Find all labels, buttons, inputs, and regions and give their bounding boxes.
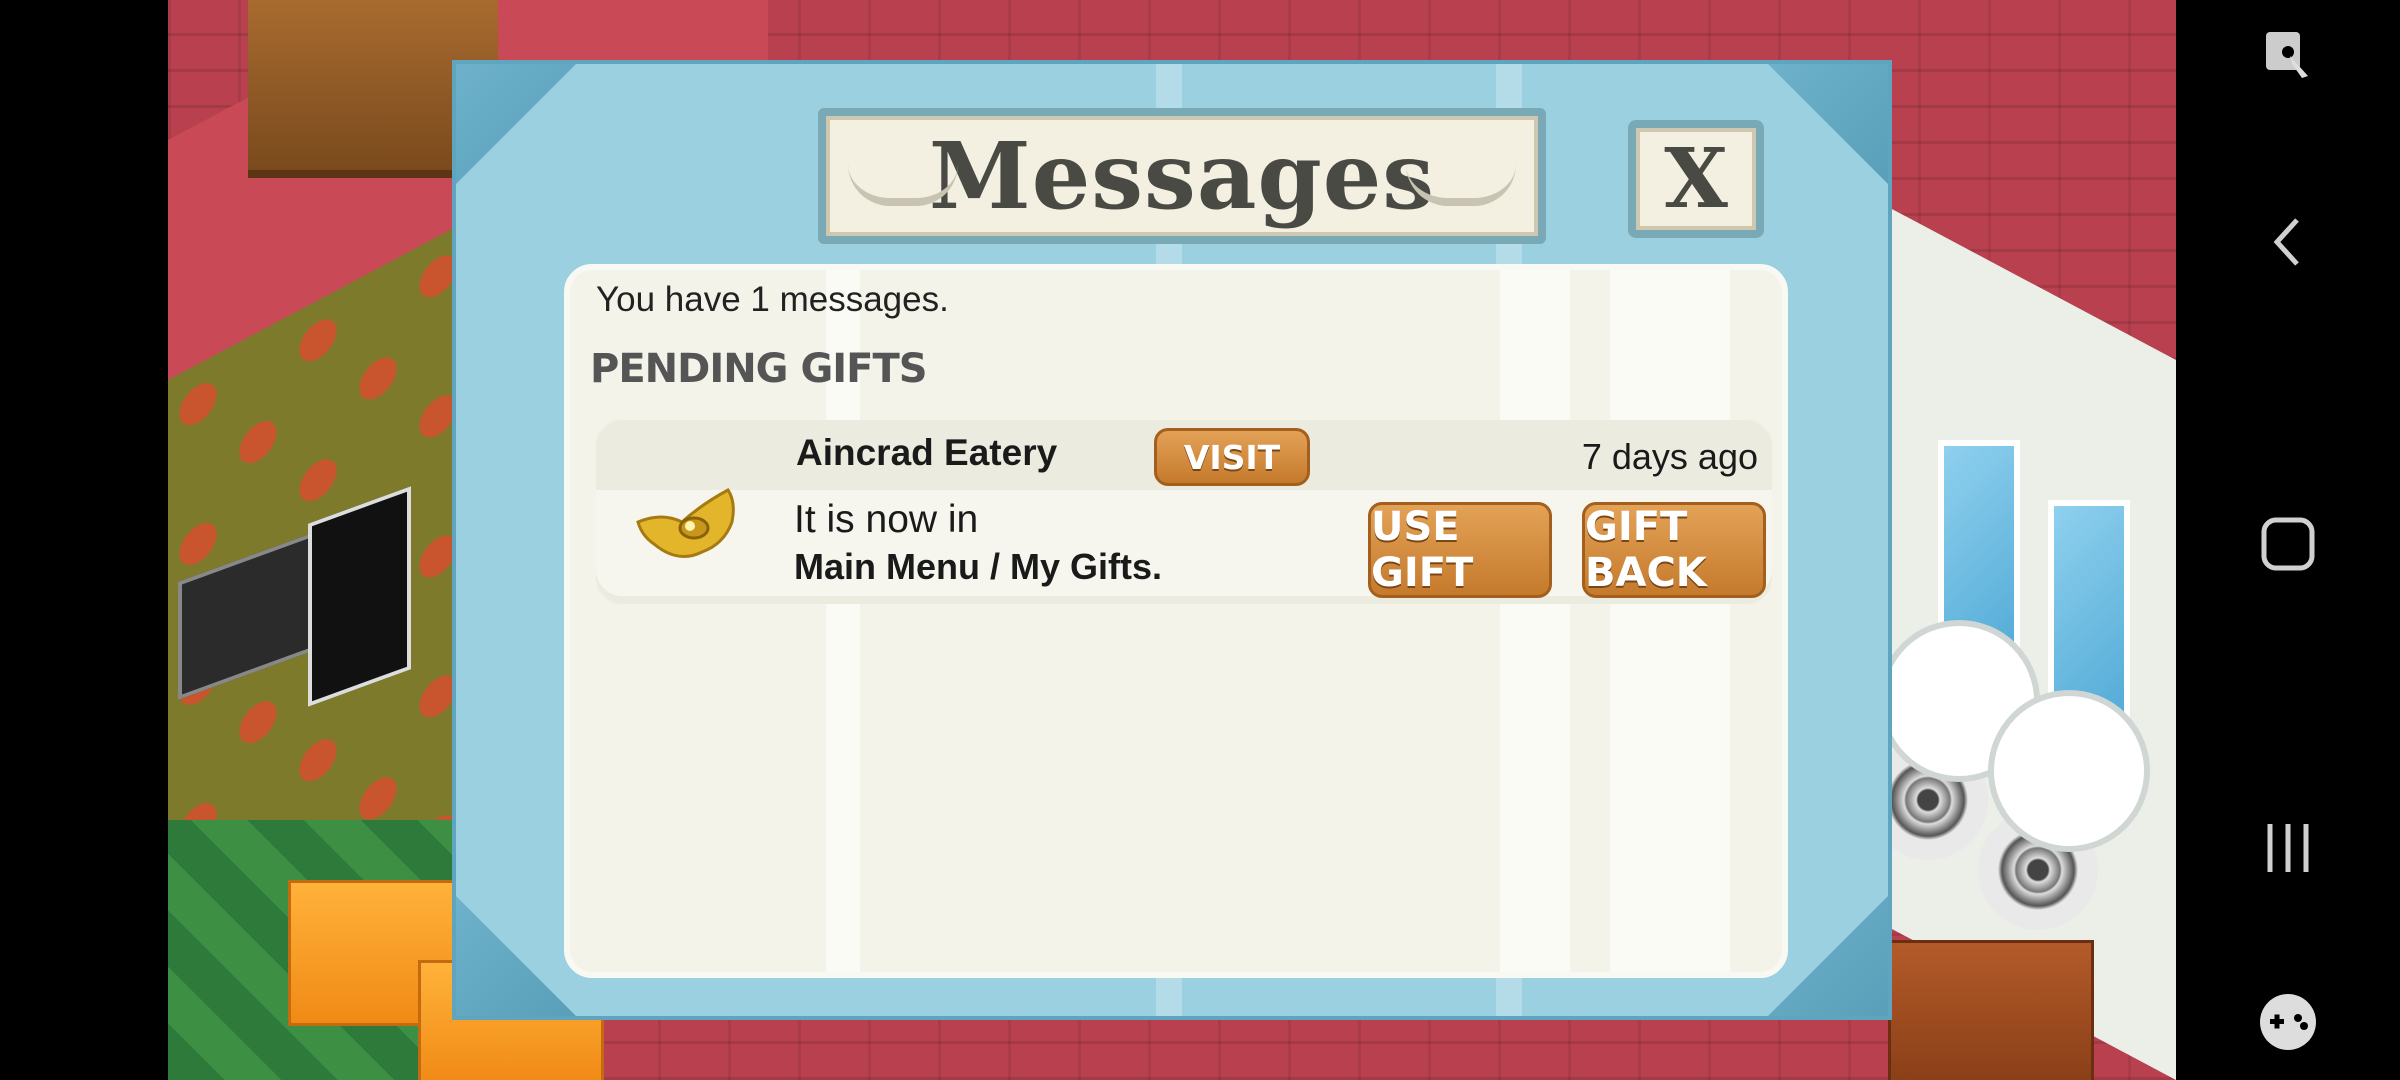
gift-message-row: Aincrad Eatery VISIT 7 days ago It is no…	[596, 420, 1772, 604]
dialog-title: Messages	[928, 122, 1436, 230]
system-nav-bar	[2176, 0, 2400, 1080]
recent-apps-icon[interactable]	[2256, 816, 2320, 880]
pizza-sign-decoration[interactable]	[308, 486, 411, 707]
title-plate: Messages	[818, 108, 1546, 244]
message-timestamp: 7 days ago	[1581, 436, 1758, 477]
messages-panel: You have 1 messages. PENDING GIFTS Aincr…	[564, 264, 1788, 978]
messages-dialog: Messages X You have 1 messages. PENDING …	[452, 60, 1892, 1020]
recipe-book-bubble[interactable]	[1988, 690, 2150, 852]
frame-corner	[456, 896, 576, 1016]
game-controller-icon[interactable]	[2256, 990, 2320, 1054]
home-icon[interactable]	[2256, 512, 2320, 576]
gift-location-text: Main Menu / My Gifts.	[794, 546, 1163, 587]
close-button[interactable]: X	[1628, 120, 1764, 238]
close-icon[interactable]: X	[1636, 128, 1756, 230]
screen-touch-icon[interactable]	[2256, 24, 2320, 88]
golden-wing-nut-icon	[636, 488, 735, 558]
frame-corner	[456, 64, 576, 184]
wooden-counter[interactable]	[1888, 940, 2094, 1080]
back-icon[interactable]	[2256, 210, 2320, 274]
gift-back-button[interactable]: GIFT BACK	[1582, 502, 1766, 598]
message-count-text: You have 1 messages.	[596, 280, 949, 319]
visit-button[interactable]: VISIT	[1154, 428, 1310, 486]
use-gift-button[interactable]: USE GIFT	[1368, 502, 1552, 598]
pending-gifts-heading: PENDING GIFTS	[590, 346, 928, 392]
frame-corner	[1768, 64, 1888, 184]
gift-info-line: It is now in	[794, 498, 979, 541]
sender-name: Aincrad Eatery	[796, 432, 1058, 473]
